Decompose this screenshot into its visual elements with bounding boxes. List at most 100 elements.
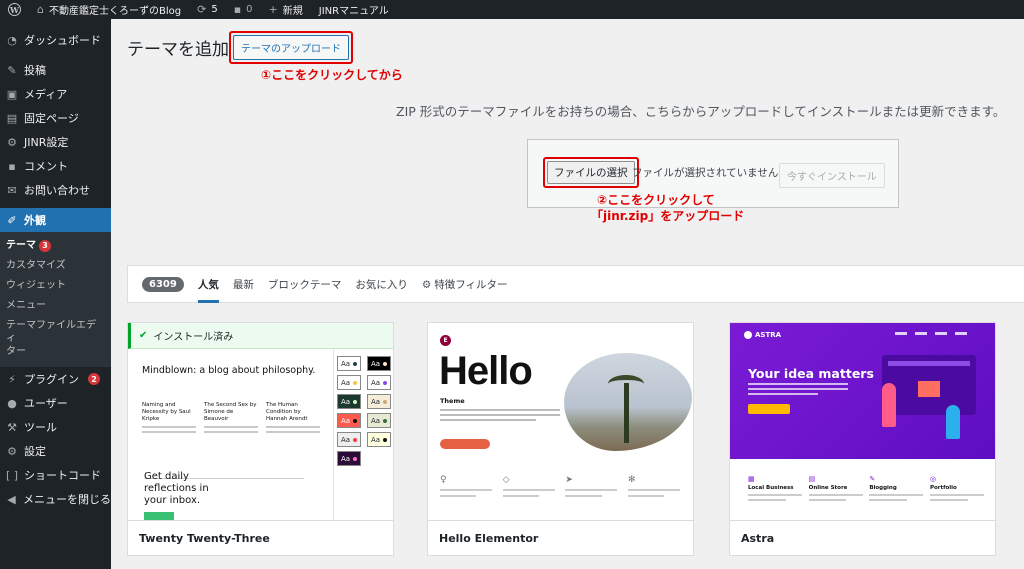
astra-illustration-person	[946, 405, 960, 439]
admin-bar: W ⌂ 不動産鑑定士くろーずのBlog ⟳ 5 ▪ 0 + 新規 JINRマニュ…	[0, 0, 1024, 19]
annotation-highlight-upload: テーマのアップロード	[229, 31, 353, 64]
comment-icon: ▪	[233, 3, 242, 16]
tt3-heading: Mindblown: a blog about philosophy.	[142, 365, 316, 376]
tt3-preview-content: Mindblown: a blog about philosophy. Nami…	[142, 365, 322, 433]
choose-file-button[interactable]: ファイルの選択	[547, 161, 635, 184]
wp-logo-menu[interactable]: W	[0, 0, 29, 19]
admin-sidebar: ◔ ダッシュボード ✎ 投稿 ▣ メディア ▤ 固定ページ ⚙ JINR設定 ▪…	[0, 19, 111, 569]
tt3-post-title: Naming and Necessity by Saul Kripke	[142, 402, 191, 422]
upload-description: ZIP 形式のテーマファイルをお持ちの場合、こちらからアップロードしてインストー…	[396, 104, 1006, 119]
submenu-themes[interactable]: テーマ 3	[0, 236, 111, 256]
sidebar-item-label: お問い合わせ	[24, 184, 90, 197]
annotation-highlight-file: ファイルの選択	[543, 157, 639, 188]
updates-link[interactable]: ⟳ 5	[189, 0, 226, 19]
theme-card-hello-elementor[interactable]: E Hello Theme ♀ ◇ ➤ ✻ Hello Elementor	[427, 322, 694, 556]
theme-name[interactable]: Astra	[730, 520, 995, 555]
swatch: Aa	[367, 394, 391, 409]
paper-plane-icon: ➤	[565, 475, 573, 485]
swatch: Aa	[337, 413, 361, 428]
hello-hero-subtitle: Theme	[440, 397, 465, 405]
sidebar-item-comments[interactable]: ▪ コメント	[0, 154, 111, 178]
tt3-post-title: The Human Condition by Hannah Arendt	[266, 402, 308, 422]
swatch: Aa	[367, 432, 391, 447]
jinr-manual-link[interactable]: JINRマニュアル	[311, 0, 397, 19]
pin-icon: ✎	[7, 63, 17, 77]
theme-screenshot[interactable]: ASTRA Your idea matters ▦ Local Business …	[730, 323, 995, 520]
theme-name[interactable]: Hello Elementor	[428, 520, 693, 555]
plugins-update-badge: 2	[88, 373, 100, 385]
sidebar-item-label: ツール	[24, 421, 57, 434]
installed-notice: ✔ インストール済み	[128, 323, 393, 349]
media-icon: ▣	[6, 87, 18, 101]
sidebar-item-jinr-settings[interactable]: ⚙ JINR設定	[0, 130, 111, 154]
theme-filter-bar: 6309 人気 最新 ブロックテーマ お気に入り ⚙ 特徴フィルター	[127, 265, 1024, 303]
user-icon: ●	[7, 396, 17, 410]
astra-nav	[895, 332, 967, 335]
sidebar-item-contact[interactable]: ✉ お問い合わせ	[0, 178, 111, 202]
new-content-link[interactable]: + 新規	[261, 0, 311, 19]
tool-icon: ⚒	[7, 420, 17, 434]
site-name-link[interactable]: ⌂ 不動産鑑定士くろーずのBlog	[29, 0, 189, 19]
sidebar-item-label: 投稿	[24, 64, 46, 77]
sidebar-item-settings[interactable]: ⚙ 設定	[0, 439, 111, 463]
hello-feature-row: ♀ ◇ ➤ ✻	[440, 475, 680, 497]
theme-card-twenty-twenty-three[interactable]: ✔ インストール済み Mindblown: a blog about philo…	[127, 322, 394, 556]
snowflake-icon: ✻	[627, 475, 636, 485]
sidebar-item-plugins[interactable]: ⚡ プラグイン 2	[0, 367, 111, 391]
sidebar-item-dashboard[interactable]: ◔ ダッシュボード	[0, 28, 111, 52]
sidebar-item-posts[interactable]: ✎ 投稿	[0, 58, 111, 82]
tab-latest[interactable]: 最新	[233, 277, 254, 292]
home-icon: ⌂	[37, 3, 44, 16]
astra-illustration	[882, 355, 976, 415]
swatch: Aa	[337, 375, 361, 390]
wordpress-logo-icon: W	[8, 3, 21, 16]
annotation-step-1: ①ここをクリックしてから	[261, 68, 403, 82]
sidebar-item-appearance[interactable]: ✐ 外観	[0, 208, 111, 232]
theme-card-astra[interactable]: ASTRA Your idea matters ▦ Local Business …	[729, 322, 996, 556]
sidebar-item-label: コメント	[24, 160, 68, 173]
new-label: 新規	[282, 6, 303, 17]
theme-editor-label-2: ター	[6, 346, 26, 357]
sidebar-item-pages[interactable]: ▤ 固定ページ	[0, 106, 111, 130]
feature-filter-button[interactable]: ⚙ 特徴フィルター	[422, 277, 508, 292]
tab-popular[interactable]: 人気	[197, 277, 219, 303]
theme-screenshot[interactable]: E Hello Theme ♀ ◇ ➤ ✻	[428, 323, 693, 520]
collapse-menu-button[interactable]: ◀ メニューを閉じる	[0, 487, 111, 511]
astra-hero: ASTRA Your idea matters	[730, 323, 995, 459]
sidebar-item-users[interactable]: ● ユーザー	[0, 391, 111, 415]
feature-filter-label: 特徴フィルター	[434, 278, 508, 291]
mail-icon: ✉	[7, 183, 17, 197]
theme-editor-label-1: テーマファイルエディ	[6, 320, 96, 344]
manual-label: JINRマニュアル	[318, 6, 389, 17]
swatch: Aa	[337, 356, 361, 371]
sidebar-item-shortcode[interactable]: [ ] ショートコード	[0, 463, 111, 487]
tab-favorites[interactable]: お気に入り	[355, 277, 408, 292]
sidebar-item-media[interactable]: ▣ メディア	[0, 82, 111, 106]
theme-count-badge: 6309	[142, 276, 184, 292]
page-icon: ▤	[6, 111, 18, 125]
upload-theme-button[interactable]: テーマのアップロード	[233, 35, 349, 60]
install-now-button[interactable]: 今すぐインストール	[779, 163, 885, 188]
astra-cta-button	[748, 404, 790, 414]
sidebar-item-label: JINR設定	[24, 136, 69, 149]
submenu-theme-editor[interactable]: テーマファイルエディ ター	[0, 316, 111, 361]
theme-screenshot[interactable]: ✔ インストール済み Mindblown: a blog about philo…	[128, 323, 393, 520]
submenu-menus[interactable]: メニュー	[0, 296, 111, 316]
comments-link[interactable]: ▪ 0	[226, 0, 261, 19]
brush-icon: ✐	[7, 213, 17, 227]
sidebar-item-label: ショートコード	[24, 469, 101, 482]
submenu-customize[interactable]: カスタマイズ	[0, 256, 111, 276]
astra-feature-title: Local Business	[748, 485, 794, 491]
cart-icon: ▤	[808, 475, 816, 483]
submenu-widgets[interactable]: ウィジェット	[0, 276, 111, 296]
sidebar-item-label: 固定ページ	[24, 112, 79, 125]
themes-update-badge: 3	[39, 240, 51, 252]
sidebar-item-tools[interactable]: ⚒ ツール	[0, 415, 111, 439]
tab-block-themes[interactable]: ブロックテーマ	[268, 277, 342, 292]
settings-icon: ⚙	[7, 135, 17, 149]
theme-name[interactable]: Twenty Twenty-Three	[128, 520, 393, 555]
swatch: Aa	[337, 394, 361, 409]
refresh-icon: ⟳	[197, 3, 207, 16]
settings-icon: ⚙	[7, 444, 17, 458]
gear-icon: ⚙	[421, 278, 432, 291]
